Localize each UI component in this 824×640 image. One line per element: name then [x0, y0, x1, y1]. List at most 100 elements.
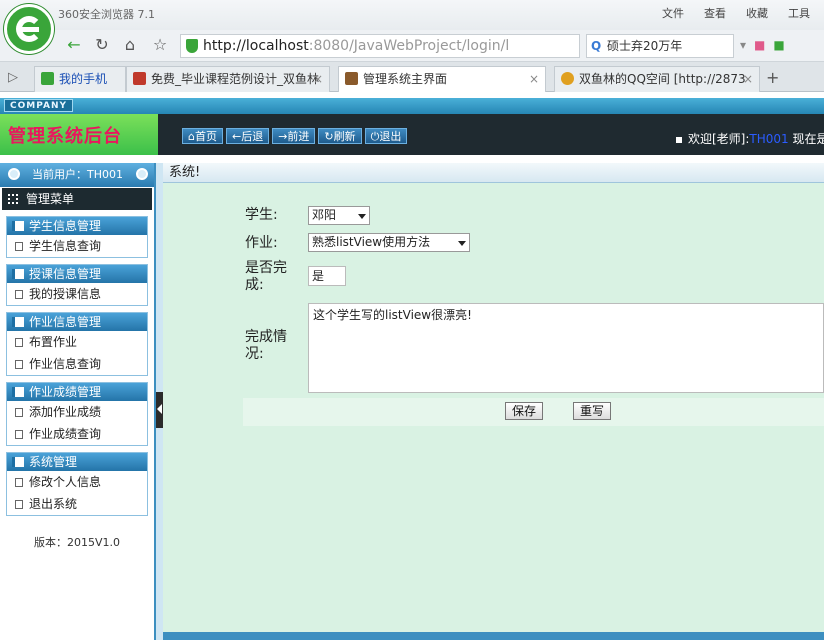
document-icon: [15, 478, 23, 487]
forward-button[interactable]: →前进: [272, 128, 316, 144]
done-input[interactable]: 是: [308, 266, 346, 286]
folder-icon: [12, 387, 24, 397]
reload-icon[interactable]: ↻: [92, 35, 112, 55]
app-toolbar: ⌂首页 ←后退 →前进 ↻刷新 ⏻退出: [182, 128, 408, 144]
folder-icon: [12, 269, 24, 279]
bullet-icon: [676, 136, 682, 143]
page-icon: [345, 72, 358, 85]
homework-label: 作业:: [245, 235, 278, 251]
home-icon: ⌂: [188, 130, 195, 143]
dropdown-icon[interactable]: ▾: [740, 38, 746, 52]
sidebar-item-homework-query[interactable]: 作业信息查询: [7, 353, 147, 375]
logout-button[interactable]: ⏻退出: [364, 128, 408, 144]
menu-view[interactable]: 查看: [696, 5, 734, 21]
sidebar-item-logout[interactable]: 退出系统: [7, 493, 147, 515]
group-header-homework[interactable]: 作业信息管理: [7, 313, 147, 331]
back-button[interactable]: ←后退: [225, 128, 270, 144]
pin-icon: [8, 168, 20, 180]
document-icon: [15, 408, 23, 417]
home-icon[interactable]: ⌂: [120, 35, 140, 55]
menu-file[interactable]: 文件: [654, 5, 692, 21]
menu-group-homework: 作业信息管理 布置作业 作业信息查询: [6, 312, 148, 376]
document-icon: [15, 242, 23, 251]
version-text: 版本：2015V1.0: [33, 536, 120, 549]
student-select[interactable]: 邓阳: [308, 206, 370, 225]
tab-my-phone[interactable]: 我的手机: [34, 66, 126, 92]
sidebar-item-edit-profile[interactable]: 修改个人信息: [7, 471, 147, 493]
folder-icon: [12, 317, 24, 327]
menu-group-student: 学生信息管理 学生信息查询: [6, 216, 148, 258]
refresh-button[interactable]: ↻刷新: [318, 128, 362, 144]
extension-icons: ▾ ■ ■: [740, 38, 785, 52]
page-icon: [133, 72, 146, 85]
sidebar-item-add-score[interactable]: 添加作业成绩: [7, 401, 147, 423]
close-tab-icon[interactable]: ×: [313, 67, 323, 91]
url-input[interactable]: http://localhost:8080/JavaWebProject/log…: [180, 34, 580, 58]
current-user-bar: 当前用户：TH001: [0, 163, 154, 187]
admin-title: 管理系统后台: [8, 126, 122, 147]
browser-logo-icon: [4, 4, 54, 54]
document-icon: [15, 290, 23, 299]
group-header-student[interactable]: 学生信息管理: [7, 217, 147, 235]
sidebar-item-assign-homework[interactable]: 布置作业: [7, 331, 147, 353]
app-header: COMPANY 管理系统后台 ⌂首页 ←后退 →前进 ↻刷新 ⏻退出 欢迎[老师…: [0, 98, 824, 155]
browser-titlebar: 360安全浏览器 7.1 文件 查看 收藏 工具: [0, 0, 824, 30]
chevron-down-icon: [458, 241, 466, 246]
folder-icon: [12, 457, 24, 467]
search-icon: Q: [591, 39, 602, 53]
close-tab-icon[interactable]: ×: [529, 67, 539, 91]
new-tab-icon[interactable]: +: [766, 68, 779, 87]
sidebar-item-student-query[interactable]: 学生信息查询: [7, 235, 147, 257]
security-shield-icon: [186, 39, 198, 53]
star-tab-icon: [561, 72, 574, 85]
company-logo: COMPANY: [4, 99, 73, 112]
menu-group-score: 作业成绩管理 添加作业成绩 作业成绩查询: [6, 382, 148, 446]
shield-extension-icon[interactable]: ■: [773, 38, 784, 52]
breadcrumb: 系统!: [163, 163, 824, 183]
save-button[interactable]: 保存: [505, 402, 544, 420]
document-icon: [15, 360, 23, 369]
tab-qq-space[interactable]: 双鱼林的QQ空间 [http://2873 ×: [554, 66, 760, 92]
sidebar: 当前用户：TH001 管理菜单 学生信息管理 学生信息查询 授课信息管理 我的授…: [0, 163, 156, 640]
refresh-icon: ↻: [324, 130, 334, 143]
main-content: 系统! 学生: 邓阳 作业: 熟悉listView使用方法 是否完成: 是 完成…: [163, 163, 824, 640]
back-arrow-icon: ←: [231, 130, 242, 143]
done-label: 是否完成:: [245, 260, 287, 293]
tab-admin-main[interactable]: 管理系统主界面 ×: [338, 66, 546, 92]
group-header-score[interactable]: 作业成绩管理: [7, 383, 147, 401]
reset-button[interactable]: 重写: [573, 402, 612, 420]
menu-favorites[interactable]: 收藏: [738, 5, 776, 21]
admin-title-box: 管理系统后台: [0, 114, 158, 155]
extension-icon[interactable]: ■: [754, 38, 765, 52]
group-header-system[interactable]: 系统管理: [7, 453, 147, 471]
menu-title: 管理菜单: [2, 188, 152, 210]
button-row: 保存 重写: [243, 398, 824, 426]
tab-course-design[interactable]: 免费_毕业课程范例设计_双鱼林 ×: [126, 66, 330, 92]
collapse-arrow-icon: [157, 404, 162, 414]
browser-search-input[interactable]: Q 硕士弃20万年: [586, 34, 734, 58]
grid-icon: [8, 194, 18, 204]
bottom-border: [163, 632, 824, 640]
tab-bar: ▷ 我的手机 免费_毕业课程范例设计_双鱼林 × 管理系统主界面 × 双鱼林的Q…: [0, 62, 824, 92]
folder-icon: [12, 221, 24, 231]
address-toolbar: ← ↻ ⌂ ☆ http://localhost:8080/JavaWebPro…: [0, 30, 824, 62]
homework-select[interactable]: 熟悉listView使用方法: [308, 233, 470, 252]
sidebar-item-score-query[interactable]: 作业成绩查询: [7, 423, 147, 445]
menu-tools[interactable]: 工具: [780, 5, 818, 21]
star-icon[interactable]: ☆: [150, 35, 170, 55]
back-icon[interactable]: ←: [64, 35, 84, 55]
close-tab-icon[interactable]: ×: [743, 67, 753, 91]
phone-icon: [41, 72, 54, 85]
home-button[interactable]: ⌂首页: [182, 128, 223, 144]
menu-group-teaching: 授课信息管理 我的授课信息: [6, 264, 148, 306]
document-icon: [15, 338, 23, 347]
browser-app-title: 360安全浏览器 7.1: [58, 8, 155, 21]
menu-group-system: 系统管理 修改个人信息 退出系统: [6, 452, 148, 516]
group-header-teaching[interactable]: 授课信息管理: [7, 265, 147, 283]
tab-list-icon[interactable]: ▷: [8, 70, 18, 85]
sidebar-item-my-teaching[interactable]: 我的授课信息: [7, 283, 147, 305]
browser-menu: 文件 查看 收藏 工具: [654, 5, 818, 21]
student-label: 学生:: [245, 207, 278, 223]
company-strip: COMPANY: [0, 98, 824, 114]
desc-textarea[interactable]: 这个学生写的listView很漂亮!: [308, 303, 824, 393]
